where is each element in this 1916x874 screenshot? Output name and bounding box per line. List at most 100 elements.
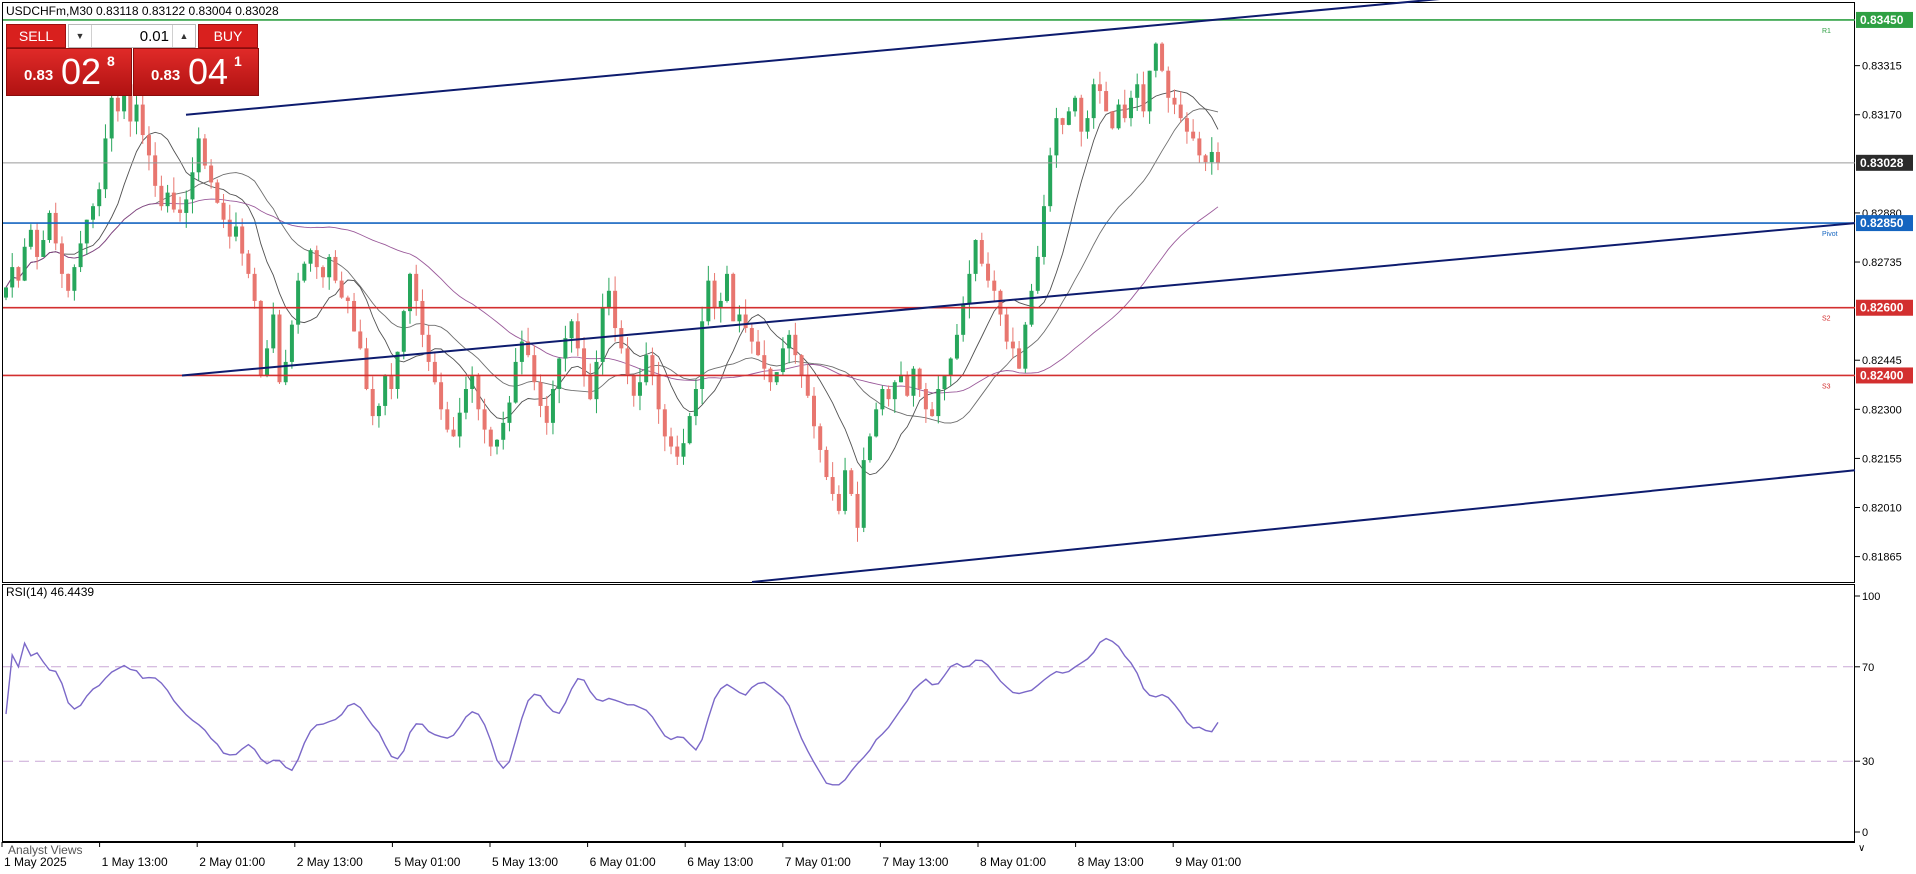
candle-body <box>1060 118 1065 125</box>
price-tick-label: 0.82735 <box>1862 257 1902 269</box>
candle-body <box>376 405 381 417</box>
sell-price-button[interactable]: 0.83 02 8 <box>6 48 132 96</box>
candle-body <box>911 368 916 396</box>
candle-body <box>426 334 431 362</box>
candle-body <box>954 334 959 359</box>
candle-body <box>209 165 214 183</box>
candle-body <box>221 202 226 220</box>
candle-body <box>320 267 325 278</box>
candle-body <box>41 240 46 257</box>
candle-body <box>501 422 506 440</box>
candle-body <box>544 405 549 423</box>
volume-up-icon[interactable]: ▲ <box>172 25 195 47</box>
candle-body <box>532 355 537 383</box>
candle-body <box>706 280 711 322</box>
candle-body <box>824 449 829 478</box>
candle-body <box>1197 138 1202 156</box>
candle-body <box>687 416 692 444</box>
candle-body <box>1135 84 1140 98</box>
candle-body <box>345 297 350 301</box>
symbol-header: USDCHFm,M30 0.83118 0.83122 0.83004 0.83… <box>6 4 279 18</box>
time-tick-label: 1 May 13:00 <box>102 855 168 869</box>
candle-body <box>1079 97 1084 132</box>
candle-body <box>613 290 618 329</box>
volume-input[interactable] <box>93 27 169 45</box>
candle-body <box>134 104 139 122</box>
level-tag-s3: S3 <box>1822 383 1831 390</box>
candle-body <box>451 429 456 437</box>
buy-price-button[interactable]: 0.83 04 1 <box>133 48 259 96</box>
price-tick-label: 0.83315 <box>1862 61 1902 73</box>
candle-body <box>1184 118 1189 132</box>
candle-body <box>383 375 388 406</box>
volume-stepper[interactable]: ▼ ▲ <box>68 24 196 48</box>
scroll-down-icon[interactable]: ∨ <box>1858 843 1865 854</box>
candle-body <box>867 436 872 461</box>
candle-body <box>693 389 698 417</box>
candle-body <box>1054 118 1059 156</box>
rsi-tick-label: 100 <box>1862 591 1880 603</box>
candle-body <box>72 267 77 291</box>
candle-body <box>1104 91 1109 112</box>
candle-body <box>28 229 33 247</box>
candle-body <box>1041 206 1046 257</box>
candle-body <box>184 199 189 213</box>
candle-body <box>855 493 860 528</box>
analyst-views-label[interactable]: Analyst Views <box>8 843 82 857</box>
candle-body <box>1097 84 1102 92</box>
candle-body <box>606 290 611 308</box>
candle-body <box>1128 97 1133 119</box>
candle-body <box>849 470 854 494</box>
candle-body <box>271 314 276 349</box>
candle-body <box>227 219 232 237</box>
candle-body <box>743 314 748 329</box>
candle-body <box>215 182 220 203</box>
time-tick-label: 1 May 2025 <box>4 855 67 869</box>
level-tag-pivot: Pivot <box>1822 231 1838 238</box>
candle-body <box>35 229 40 257</box>
candle-body <box>352 300 357 332</box>
candle-body <box>712 280 717 308</box>
candle-body <box>190 172 195 200</box>
candle-body <box>631 375 636 396</box>
price-axis: 0.833150.831700.828800.827350.824450.823… <box>1855 11 1913 839</box>
candle-body <box>1203 155 1208 163</box>
rsi-label: RSI(14) 46.4439 <box>6 585 94 599</box>
candle-body <box>874 409 879 437</box>
candle-body <box>675 446 680 457</box>
candle-body <box>948 358 953 376</box>
candle-body <box>333 256 338 281</box>
candle-body <box>812 395 816 427</box>
candle-body <box>936 389 941 417</box>
level-tag-s2: S2 <box>1822 316 1831 323</box>
candle-body <box>1172 97 1177 105</box>
candle-body <box>681 443 686 457</box>
candle-body <box>787 334 792 349</box>
sell-button[interactable]: SELL <box>6 24 66 48</box>
candle-body <box>557 358 562 389</box>
price-tick-label: 0.82010 <box>1862 503 1902 515</box>
candle-body <box>277 314 282 383</box>
candle-body <box>408 273 412 312</box>
candle-body <box>588 375 593 400</box>
volume-down-icon[interactable]: ▼ <box>69 25 92 47</box>
candle-body <box>507 402 512 423</box>
buy-button[interactable]: BUY <box>198 24 258 48</box>
candle-body <box>998 290 1003 315</box>
candle-body <box>600 307 605 362</box>
candle-body <box>1035 256 1040 291</box>
candle-body <box>1166 70 1171 98</box>
candle-body <box>1091 84 1096 119</box>
candle-body <box>899 375 904 383</box>
candle-body <box>843 470 848 511</box>
time-tick-label: 2 May 13:00 <box>297 855 363 869</box>
buy-price-big: 04 <box>188 51 229 92</box>
candle-body <box>1110 111 1115 129</box>
candle-body <box>582 348 587 376</box>
candle-body <box>59 243 64 274</box>
candle-body <box>109 97 114 139</box>
candle-body <box>749 328 754 342</box>
chart-canvas[interactable]: R1PivotS2S3 0.833150.831700.828800.82735… <box>0 0 1916 874</box>
candle-body <box>432 361 437 383</box>
candle-body <box>159 185 164 207</box>
